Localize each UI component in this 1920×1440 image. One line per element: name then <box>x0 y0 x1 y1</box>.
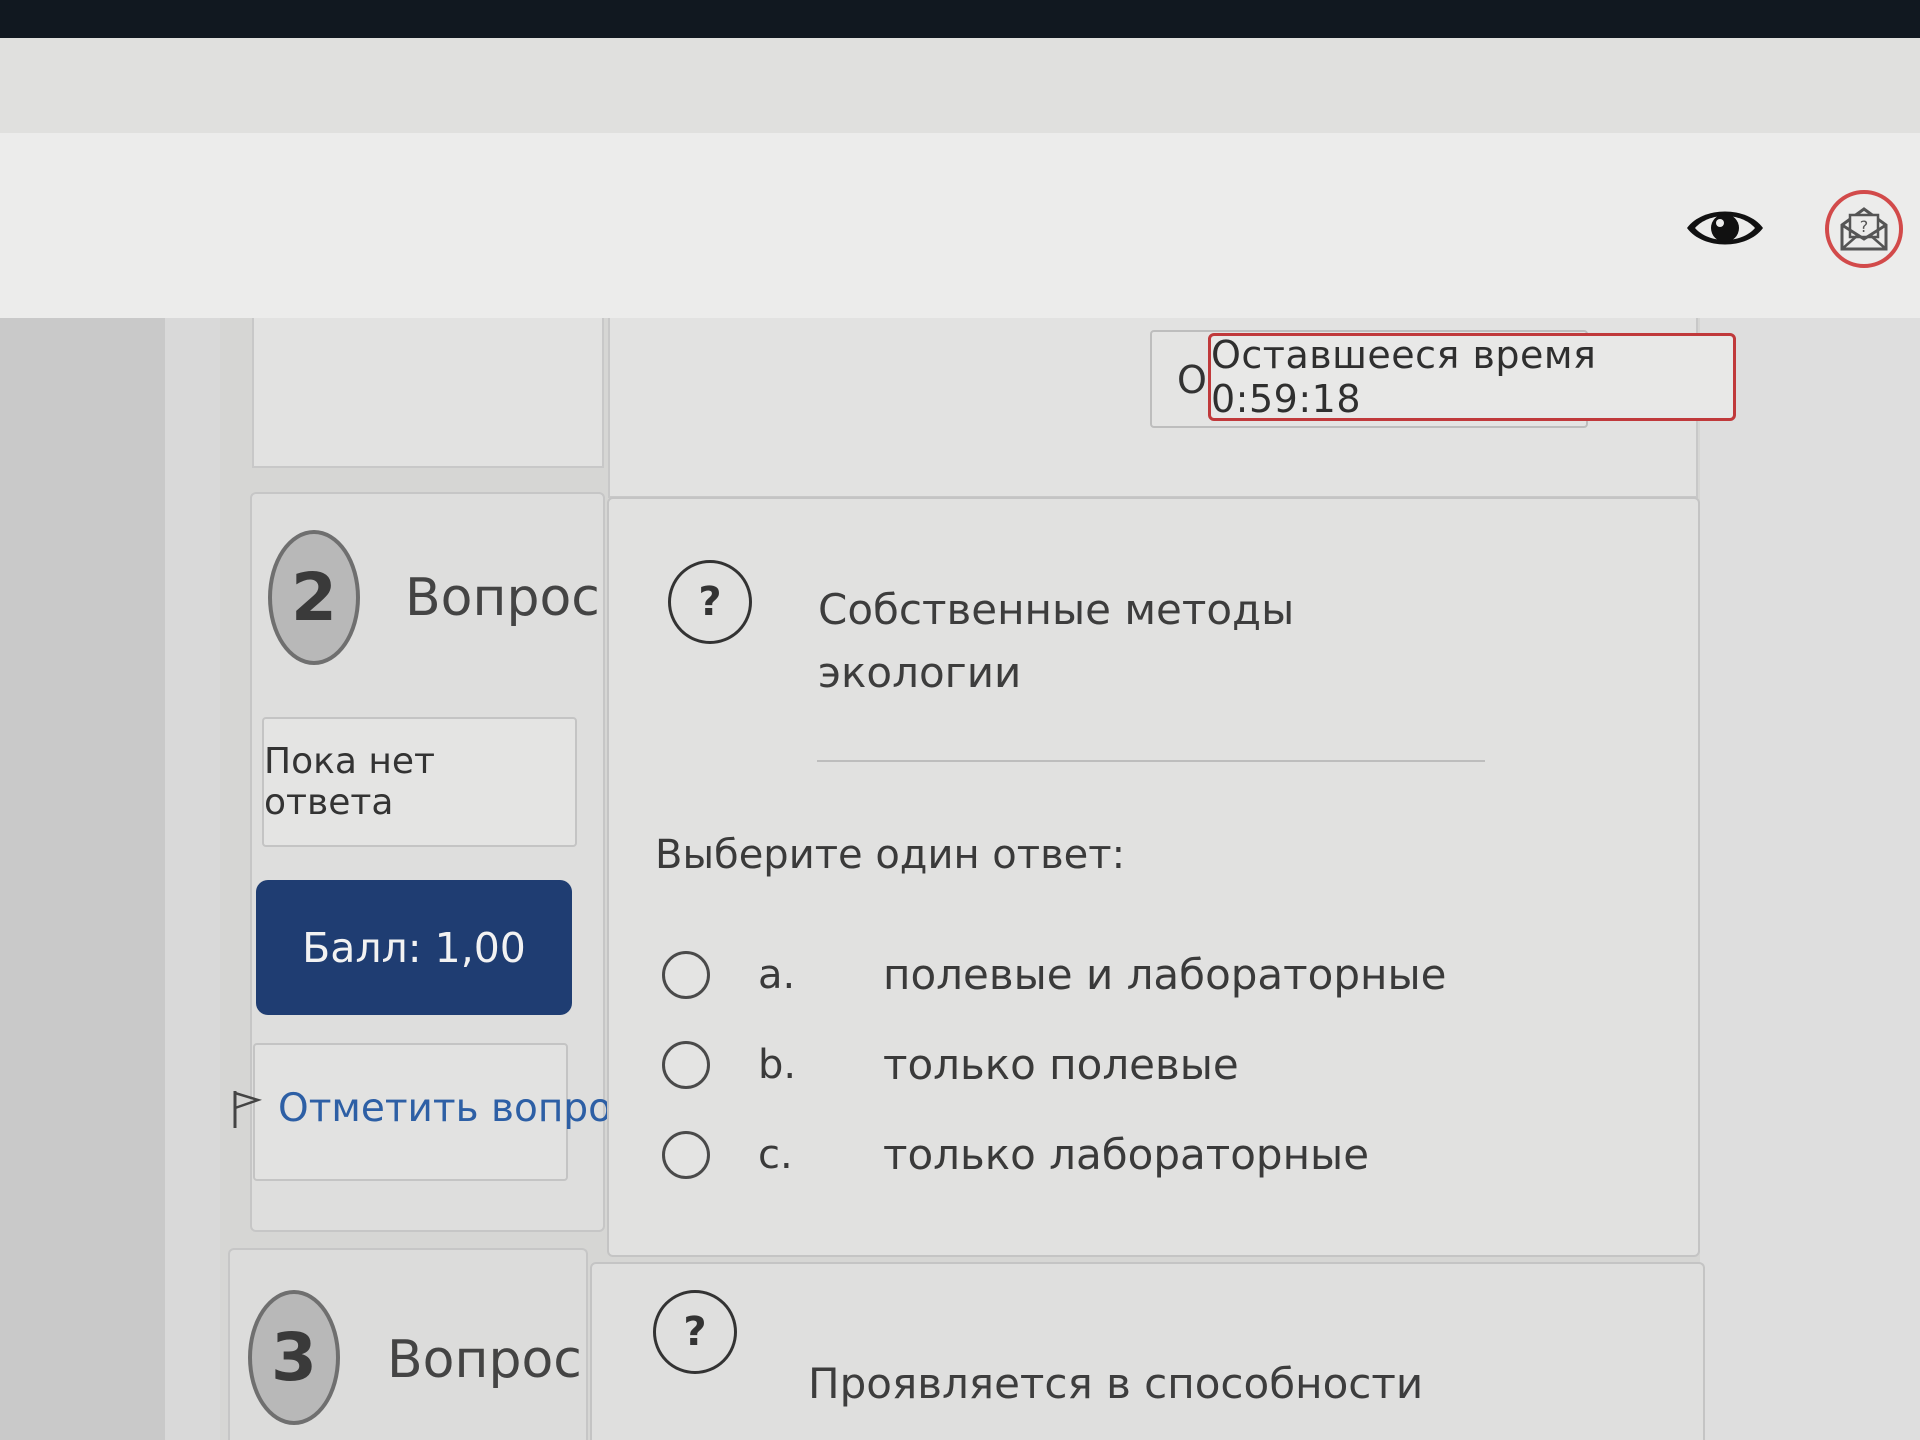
flag-question-label: Отметить вопрос <box>278 1086 634 1131</box>
answer-option-c[interactable]: c. только лабораторные <box>662 1130 1369 1179</box>
option-letter: b. <box>758 1041 797 1088</box>
divider <box>817 760 1485 762</box>
answer-option-b[interactable]: b. только полевые <box>662 1040 1239 1089</box>
question-number: 3 <box>248 1290 340 1425</box>
radio-button[interactable] <box>662 1040 710 1089</box>
help-icon[interactable]: ? <box>653 1290 737 1374</box>
top-strip <box>0 38 1920 133</box>
option-letter: c. <box>758 1131 793 1178</box>
radio-button[interactable] <box>662 1130 710 1179</box>
question-text-line1: Проявляется в способности <box>808 1359 1424 1408</box>
question-text-line1: Собственные методы <box>818 585 1295 634</box>
prev-question-info <box>252 318 604 468</box>
option-letter: a. <box>758 951 796 998</box>
eye-icon[interactable] <box>1680 195 1770 261</box>
question-text-line2: экологии <box>818 648 1022 697</box>
help-icon[interactable]: ? <box>668 560 752 644</box>
question-label: Вопрос <box>387 1330 582 1390</box>
question-number: 2 <box>268 530 360 665</box>
screen-bezel <box>0 0 1920 38</box>
answer-prompt: Выберите один ответ: <box>655 832 1126 878</box>
question-text: Проявляется в способности <box>808 1352 1423 1415</box>
question-label: Вопрос <box>405 568 600 628</box>
option-text: только полевые <box>883 1040 1239 1089</box>
right-margin <box>1700 318 1920 1440</box>
left-strip <box>165 318 220 1440</box>
flag-icon <box>233 1090 262 1128</box>
flag-question-link[interactable]: Отметить вопрос <box>230 1086 633 1131</box>
score-badge: Балл: 1,00 <box>256 880 572 1015</box>
answer-status: Пока нет ответа <box>262 717 577 847</box>
mail-question-icon[interactable]: ? <box>1825 190 1903 268</box>
radio-button[interactable] <box>662 950 710 999</box>
answer-status-text: Пока нет ответа <box>264 741 435 823</box>
answer-option-a[interactable]: a. полевые и лабораторные <box>662 950 1446 999</box>
left-margin <box>0 318 165 1440</box>
option-text: только лабораторные <box>883 1130 1370 1179</box>
timer-box: Оставшееся время 0:59:18 <box>1208 333 1736 421</box>
timer-prefix: О <box>1177 358 1207 402</box>
question-text: Собственные методы экологии <box>818 578 1294 704</box>
score-text: Балл: 1,00 <box>302 923 526 972</box>
timer-label: Оставшееся время 0:59:18 <box>1211 333 1597 421</box>
svg-text:?: ? <box>1860 217 1869 236</box>
page-header <box>0 133 1920 318</box>
option-text: полевые и лабораторные <box>883 950 1447 999</box>
